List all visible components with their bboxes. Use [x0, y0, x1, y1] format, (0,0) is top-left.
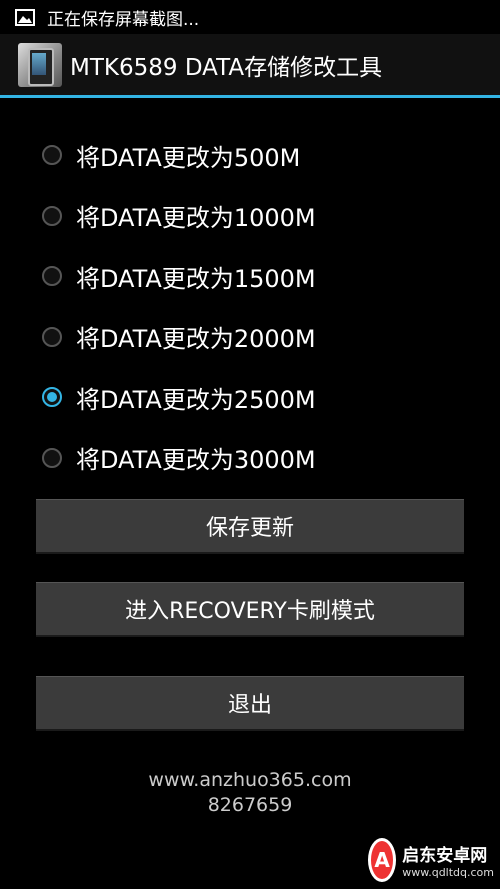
- size-option-list: 将DATA更改为500M 将DATA更改为1000M 将DATA更改为1500M…: [0, 125, 500, 488]
- radio-option-500m[interactable]: 将DATA更改为500M: [0, 125, 500, 186]
- radio-option-2500m[interactable]: 将DATA更改为2500M: [0, 367, 500, 428]
- radio-label: 将DATA更改为3000M: [76, 446, 316, 475]
- radio-label: 将DATA更改为1500M: [76, 264, 316, 293]
- exit-button[interactable]: 退出: [36, 676, 464, 731]
- radio-button[interactable]: [42, 326, 62, 347]
- radio-option-3000m[interactable]: 将DATA更改为3000M: [0, 428, 500, 489]
- recovery-button[interactable]: 进入RECOVERY卡刷模式: [36, 582, 464, 637]
- radio-button[interactable]: [42, 205, 62, 226]
- website-text: www.anzhuo365.com: [148, 769, 352, 791]
- watermark-url: www.qdltdq.com: [402, 866, 494, 879]
- radio-button[interactable]: [42, 387, 62, 408]
- radio-label: 将DATA更改为1000M: [76, 204, 316, 233]
- save-button[interactable]: 保存更新: [36, 499, 464, 554]
- radio-button[interactable]: [42, 266, 62, 287]
- radio-button[interactable]: [42, 145, 62, 166]
- radio-label: 将DATA更改为2000M: [76, 325, 316, 354]
- status-bar: 正在保存屏幕截图...: [0, 0, 500, 34]
- app-icon: [18, 42, 62, 87]
- app-title: MTK6589 DATA存储修改工具: [70, 54, 383, 81]
- gallery-icon: [15, 8, 35, 26]
- radio-option-2000m[interactable]: 将DATA更改为2000M: [0, 307, 500, 368]
- watermark-name: 启东安卓网: [402, 846, 488, 866]
- radio-label: 将DATA更改为500M: [76, 143, 301, 172]
- watermark: A 启东安卓网 www.qdltdq.com: [368, 835, 494, 885]
- number-text: 8267659: [207, 794, 293, 816]
- radio-option-1000m[interactable]: 将DATA更改为1000M: [0, 186, 500, 247]
- status-text: 正在保存屏幕截图...: [47, 9, 200, 30]
- title-bar: MTK6589 DATA存储修改工具: [0, 34, 500, 98]
- radio-option-1500m[interactable]: 将DATA更改为1500M: [0, 246, 500, 307]
- radio-label: 将DATA更改为2500M: [76, 385, 316, 414]
- radio-button[interactable]: [42, 447, 62, 468]
- watermark-logo-icon: A: [368, 838, 397, 882]
